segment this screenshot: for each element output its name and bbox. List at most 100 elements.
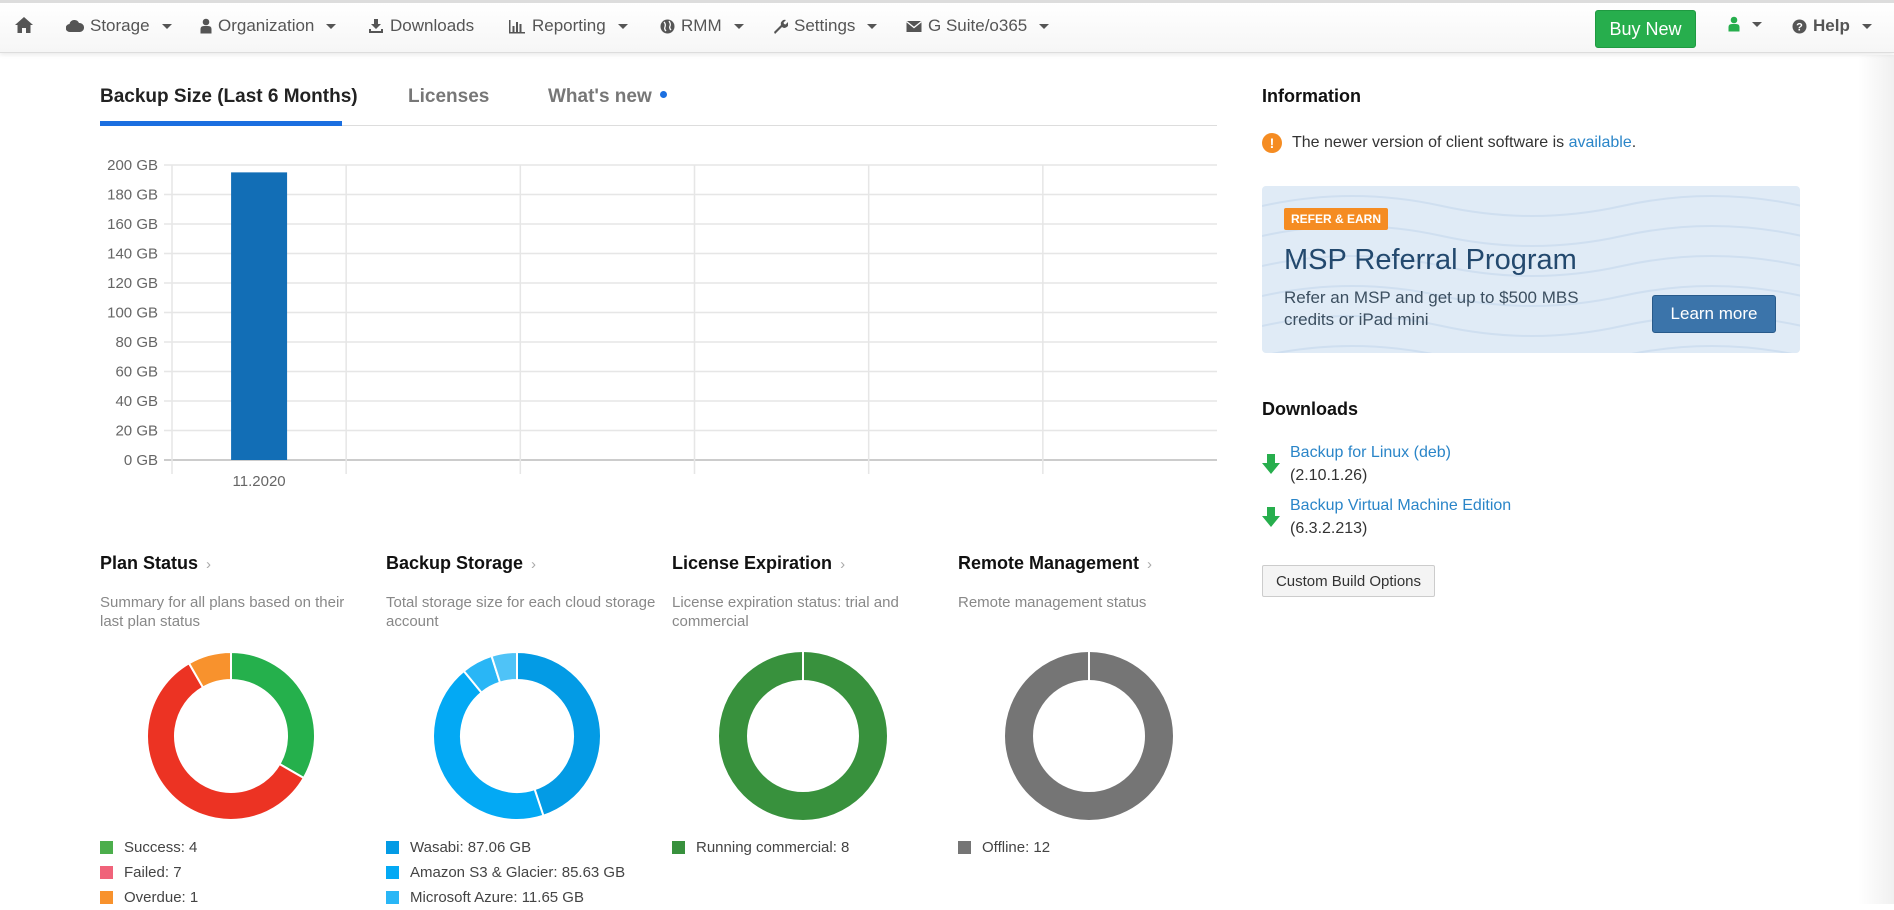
learn-more-button[interactable]: Learn more <box>1652 295 1776 333</box>
donut-slice[interactable] <box>230 651 316 780</box>
y-tick-label: 40 GB <box>115 393 158 410</box>
donut-slice[interactable] <box>1005 652 1173 820</box>
y-tick-label: 100 GB <box>107 305 158 322</box>
tab-whats-new[interactable]: What's new <box>548 86 667 108</box>
legend-label: Wasabi: 87.06 GB <box>410 839 532 856</box>
caret-down-icon <box>326 23 337 29</box>
widget-description: Total storage size for each cloud storag… <box>386 594 656 630</box>
donut-chart <box>719 651 887 820</box>
page-edge-shadow <box>1858 55 1894 904</box>
nav-gsuite-label: G Suite/o365 <box>928 16 1028 35</box>
legend-swatch <box>386 841 399 854</box>
bar[interactable] <box>231 172 288 460</box>
active-tab-indicator <box>100 121 342 126</box>
y-tick-label: 60 GB <box>115 364 158 381</box>
user-menu[interactable] <box>1728 16 1762 32</box>
update-notice: ! The newer version of client software i… <box>1262 133 1636 153</box>
legend-swatch <box>100 866 113 879</box>
legend-swatch <box>100 891 113 904</box>
nav-rmm[interactable]: RMM <box>660 16 744 36</box>
nav-gsuite[interactable]: G Suite/o365 <box>906 16 1050 36</box>
caret-down-icon <box>1039 23 1050 29</box>
chart-tabs: Backup Size (Last 6 Months) Licenses Wha… <box>100 84 1217 126</box>
chevron-right-icon: › <box>206 556 212 573</box>
downloads-title: Downloads <box>1262 399 1359 419</box>
top-navbar: Storage Organization Downloads Reporting… <box>0 0 1894 53</box>
legend-label: Amazon S3 & Glacier: 85.63 GB <box>410 864 626 881</box>
warning-icon: ! <box>1262 133 1282 153</box>
chevron-right-icon: › <box>1147 556 1153 573</box>
y-tick-label: 80 GB <box>115 334 158 351</box>
donut-slice[interactable] <box>719 652 887 820</box>
referral-banner: REFER & EARN MSP Referral Program Refer … <box>1262 186 1800 353</box>
envelope-icon <box>906 20 922 32</box>
user-icon <box>200 18 212 34</box>
svg-text:?: ? <box>1796 21 1803 33</box>
legend-item: Wasabi: 87.06 GB <box>386 835 625 860</box>
y-tick-label: 180 GB <box>107 187 158 204</box>
caret-down-icon <box>161 23 172 29</box>
nav-settings[interactable]: Settings <box>772 16 878 36</box>
widget-title-link[interactable]: Backup Storage › <box>386 553 536 574</box>
donut-slice[interactable] <box>432 669 545 821</box>
download-item: Backup Virtual Machine Edition (6.3.2.213… <box>1262 494 1511 540</box>
nav-organization[interactable]: Organization <box>200 16 337 36</box>
nav-downloads-label: Downloads <box>390 16 475 35</box>
promo-text: Refer an MSP and get up to $500 MBS cred… <box>1284 288 1579 329</box>
nav-settings-label: Settings <box>794 16 856 35</box>
y-tick-label: 0 GB <box>124 452 158 469</box>
tab-backup-size[interactable]: Backup Size (Last 6 Months) <box>100 86 358 108</box>
y-tick-label: 140 GB <box>107 246 158 263</box>
y-tick-label: 20 GB <box>115 423 158 440</box>
widget-title-link[interactable]: Remote Management › <box>958 553 1152 574</box>
widget-title-link[interactable]: Plan Status › <box>100 553 211 574</box>
nav-downloads[interactable]: Downloads <box>368 16 474 36</box>
download-link-linux[interactable]: Backup for Linux (deb) <box>1290 444 1451 461</box>
widget-title-link[interactable]: License Expiration › <box>672 553 845 574</box>
notice-text: The newer version of client software is <box>1292 134 1565 151</box>
nav-storage[interactable]: Storage <box>66 16 172 36</box>
legend-item: Overdue: 1 <box>100 885 198 910</box>
widget-description: License expiration status: trial and com… <box>672 594 899 630</box>
legend-label: Failed: 7 <box>124 864 182 881</box>
question-circle-icon: ? <box>1792 19 1807 33</box>
y-tick-label: 160 GB <box>107 216 158 233</box>
notice-suffix: . <box>1631 134 1637 151</box>
caret-down-icon <box>1752 21 1762 27</box>
y-tick-label: 120 GB <box>107 275 158 292</box>
donut-legend: Running commercial: 8 <box>672 835 849 860</box>
promo-title: MSP Referral Program <box>1284 244 1577 276</box>
help-menu[interactable]: ? Help <box>1792 16 1872 36</box>
donut-chart <box>1005 651 1173 820</box>
download-link-vm-edition[interactable]: Backup Virtual Machine Edition <box>1290 497 1511 514</box>
user-icon <box>1728 16 1740 32</box>
bar-chart-svg: 200 GB 180 GB 160 GB 140 GB 120 GB 100 GB 80 G… <box>107 157 1217 490</box>
nav-reporting[interactable]: Reporting <box>508 16 628 36</box>
widget-title: Remote Management <box>958 553 1140 573</box>
caret-down-icon <box>617 23 628 29</box>
buy-new-button[interactable]: Buy New <box>1595 10 1696 48</box>
donut-chart <box>432 651 602 821</box>
legend-swatch <box>958 841 971 854</box>
widget-title: Plan Status <box>100 553 199 573</box>
x-tick-label: 11.2020 <box>233 473 286 490</box>
available-link[interactable]: available <box>1569 134 1632 151</box>
new-indicator-dot <box>659 91 667 99</box>
help-label: Help <box>1813 16 1850 35</box>
home-button[interactable] <box>14 16 34 34</box>
legend-swatch <box>386 866 399 879</box>
nav-reporting-label: Reporting <box>532 16 606 35</box>
backup-size-chart: 200 GB 180 GB 160 GB 140 GB 120 GB 100 GB 80 G… <box>100 150 1217 495</box>
legend-item: Failed: 7 <box>100 860 198 885</box>
legend-item: Offline: 12 <box>958 835 1050 860</box>
widget-description: Remote management status <box>958 594 1147 611</box>
caret-down-icon <box>867 23 878 29</box>
download-icon <box>369 19 383 33</box>
tab-licenses[interactable]: Licenses <box>408 86 489 108</box>
legend-label: Success: 4 <box>124 839 198 856</box>
custom-build-options-button[interactable]: Custom Build Options <box>1262 565 1435 597</box>
refer-earn-badge: REFER & EARN <box>1284 208 1389 230</box>
chevron-right-icon: › <box>531 556 537 573</box>
legend-swatch <box>386 891 399 904</box>
globe-icon <box>660 19 675 33</box>
